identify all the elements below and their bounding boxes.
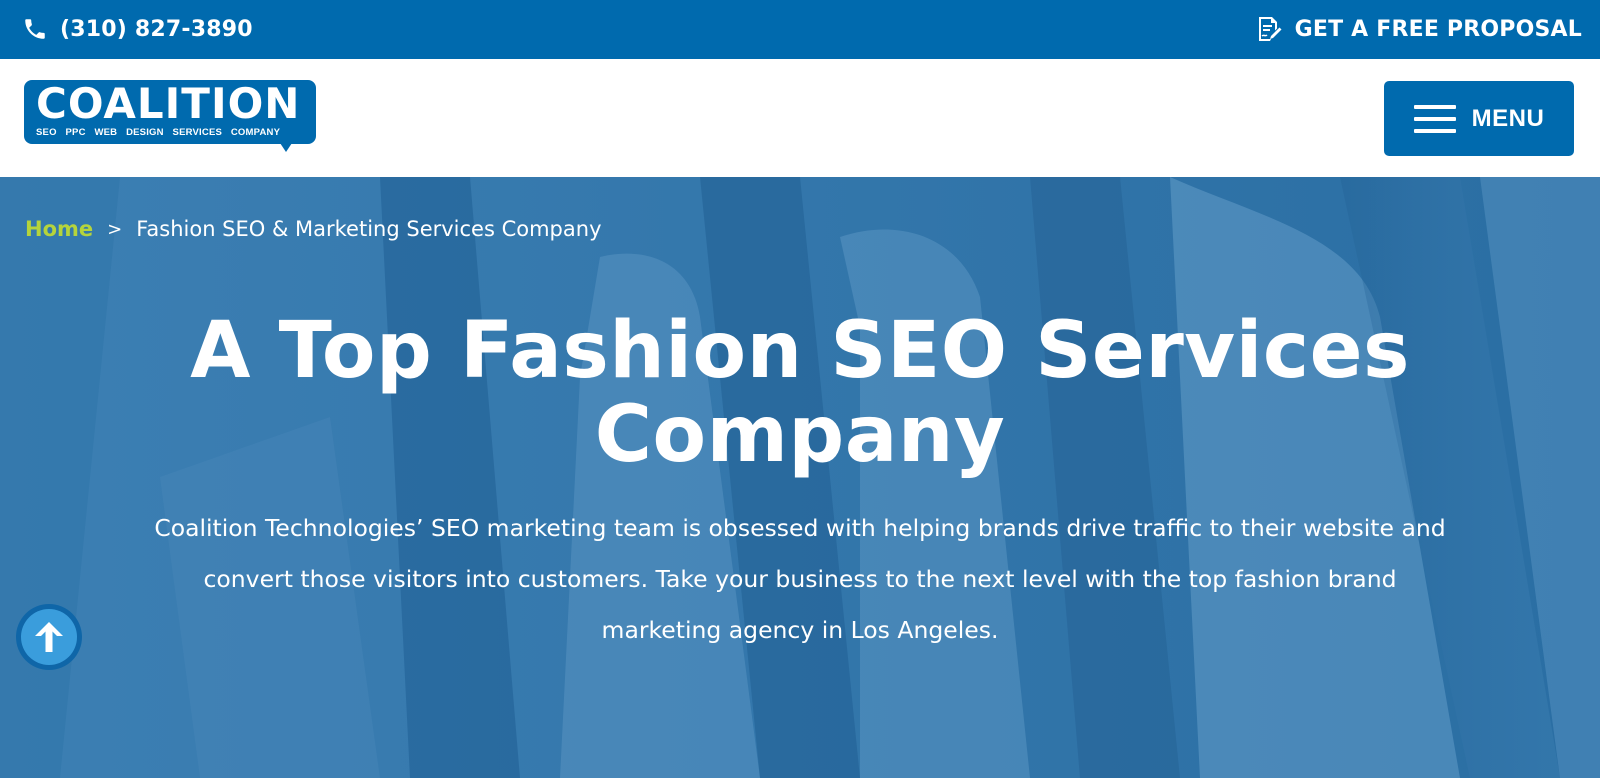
free-proposal-label: GET A FREE PROPOSAL — [1294, 16, 1582, 42]
hero-section: Home > Fashion SEO & Marketing Services … — [0, 177, 1600, 778]
coalition-logo[interactable]: COALITION SEO PPC WEB DESIGN SERVICES CO… — [24, 80, 316, 152]
breadcrumb-home-link[interactable]: Home — [25, 217, 93, 241]
phone-icon — [25, 19, 45, 39]
proposal-document-icon — [1258, 17, 1282, 41]
menu-button[interactable]: MENU — [1384, 81, 1574, 156]
free-proposal-link[interactable]: GET A FREE PROPOSAL — [1255, 14, 1582, 44]
top-contact-bar: (310) 827-3890 GET A FREE PROPOSAL — [0, 0, 1600, 59]
breadcrumb: Home > Fashion SEO & Marketing Services … — [25, 215, 602, 243]
scroll-to-top-button[interactable] — [16, 604, 82, 670]
logo-wordmark: COALITION — [36, 79, 301, 128]
page-title: A Top Fashion SEO Services Company — [190, 306, 1410, 480]
hero-description: Coalition Technologies’ SEO marketing te… — [154, 514, 1446, 644]
breadcrumb-current: Fashion SEO & Marketing Services Company — [136, 217, 602, 241]
phone-link[interactable]: (310) 827-3890 — [22, 14, 253, 44]
phone-number: (310) 827-3890 — [60, 16, 253, 42]
arrow-up-icon — [35, 622, 63, 652]
site-header: COALITION SEO PPC WEB DESIGN SERVICES CO… — [0, 59, 1600, 177]
breadcrumb-separator: > — [107, 218, 123, 240]
menu-label: MENU — [1471, 104, 1545, 132]
logo-speech-tail — [278, 140, 294, 152]
logo-tagline: SEO PPC WEB DESIGN SERVICES COMPANY — [36, 127, 281, 138]
hamburger-icon — [1413, 104, 1456, 133]
scroll-to-top-inner — [21, 609, 77, 665]
